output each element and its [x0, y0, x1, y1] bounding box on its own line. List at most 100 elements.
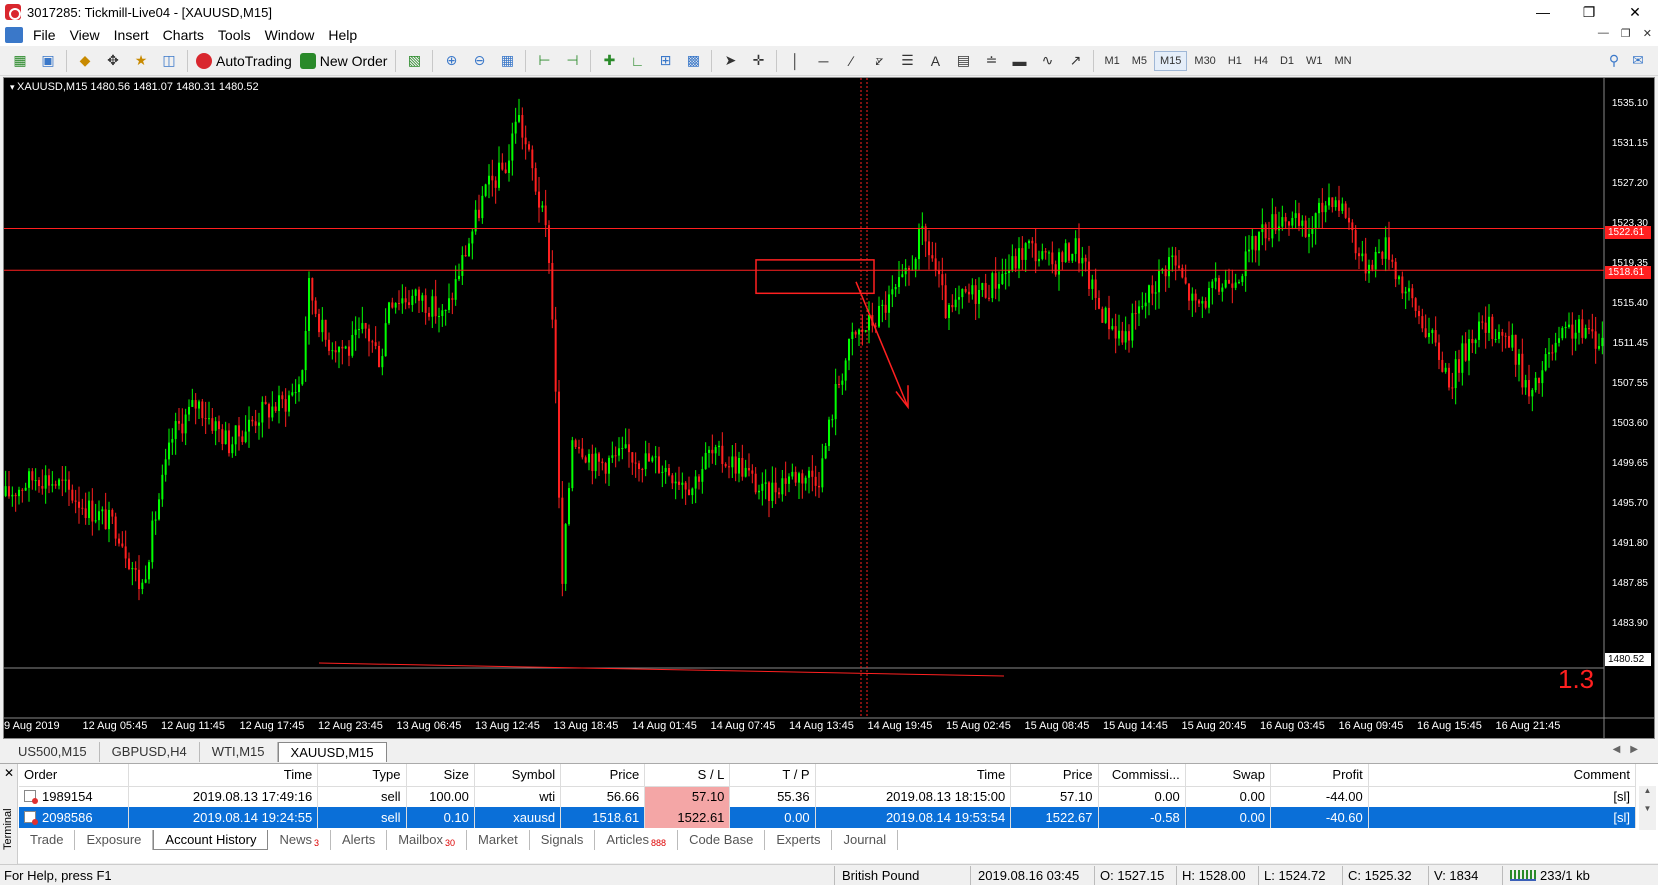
- column-header[interactable]: Price: [1010, 764, 1099, 787]
- menu-tools[interactable]: Tools: [216, 27, 263, 43]
- menu-charts[interactable]: Charts: [161, 27, 216, 43]
- candle-body: [501, 162, 504, 170]
- text-icon[interactable]: A: [924, 50, 946, 72]
- column-header[interactable]: Order: [19, 764, 129, 787]
- column-header[interactable]: T / P: [729, 764, 816, 787]
- terminal-icon[interactable]: ◫: [158, 50, 180, 72]
- table-row[interactable]: 1989154 2019.08.13 17:49:16 sell 100.00 wti 5…: [19, 786, 1637, 807]
- table-scrollbar[interactable]: ▲ ▼: [1639, 786, 1656, 830]
- cursor-icon[interactable]: ➤: [719, 50, 741, 72]
- candle-body: [268, 404, 270, 418]
- chart-tab-wti[interactable]: WTI,M15: [200, 742, 278, 762]
- column-header[interactable]: Comment: [1368, 764, 1637, 787]
- chat-icon[interactable]: ✉: [1627, 50, 1649, 72]
- column-header[interactable]: Time: [128, 764, 319, 787]
- chart-tab-gbpusd[interactable]: GBPUSD,H4: [100, 742, 200, 762]
- templates-icon[interactable]: ⊞: [654, 50, 676, 72]
- child-minimize-icon[interactable]: —: [1598, 27, 1609, 40]
- equidistant-channel-icon[interactable]: ⦫: [868, 50, 890, 72]
- horizontal-line-icon[interactable]: ─: [812, 50, 834, 72]
- rectangle-icon[interactable]: ▬: [1008, 50, 1030, 72]
- timeframe-h1[interactable]: H1: [1223, 52, 1247, 70]
- new-chart-icon[interactable]: ▦: [9, 50, 31, 72]
- column-header[interactable]: Swap: [1185, 764, 1271, 787]
- column-header[interactable]: Price: [560, 764, 646, 787]
- tab-scroll-arrows[interactable]: ◀▶: [1613, 744, 1648, 755]
- crosshair-icon[interactable]: ✛: [747, 50, 769, 72]
- timeframe-h4[interactable]: H4: [1249, 52, 1273, 70]
- timeframe-mn[interactable]: MN: [1330, 52, 1357, 70]
- close-terminal-icon[interactable]: ✕: [4, 766, 14, 780]
- candlesticks-icon[interactable]: ▧: [403, 50, 425, 72]
- candle-body: [1034, 243, 1037, 262]
- column-header[interactable]: Commissi...: [1098, 764, 1186, 787]
- close-window-button[interactable]: ✕: [1612, 0, 1658, 24]
- vertical-line-icon[interactable]: │: [784, 50, 806, 72]
- market-watch-icon[interactable]: ◆: [74, 50, 96, 72]
- navigator-icon[interactable]: ✥: [102, 50, 124, 72]
- timeframe-m5[interactable]: M5: [1127, 52, 1152, 70]
- template-menu-icon[interactable]: ▩: [682, 50, 704, 72]
- text-label-icon[interactable]: ▤: [952, 50, 974, 72]
- chart-tab-us500[interactable]: US500,M15: [6, 742, 100, 762]
- menu-window[interactable]: Window: [263, 27, 327, 43]
- search-icon[interactable]: ⚲: [1603, 50, 1625, 72]
- zoom-in-icon[interactable]: ⊕: [440, 50, 462, 72]
- chart-tab-xauusd[interactable]: XAUUSD,M15: [277, 742, 387, 762]
- zoom-out-icon[interactable]: ⊖: [468, 50, 490, 72]
- data-window-icon[interactable]: ★: [130, 50, 152, 72]
- timeframe-w1[interactable]: W1: [1301, 52, 1328, 70]
- periods-icon[interactable]: ∟: [626, 50, 648, 72]
- child-restore-icon[interactable]: ❐: [1621, 27, 1631, 40]
- restore-button[interactable]: ❐: [1566, 0, 1612, 24]
- menu-insert[interactable]: Insert: [112, 27, 161, 43]
- column-header[interactable]: Size: [406, 764, 475, 787]
- terminal-tab-signals[interactable]: Signals: [530, 830, 596, 850]
- chart-shift-icon[interactable]: ⊢: [533, 50, 555, 72]
- candle-body: [1008, 270, 1010, 273]
- menu-view[interactable]: View: [68, 27, 112, 43]
- terminal-tab-alerts[interactable]: Alerts: [331, 830, 388, 850]
- indicators-icon[interactable]: ✚: [598, 50, 620, 72]
- price-chart[interactable]: XAUUSD,M15 1480.56 1481.07 1480.31 1480.…: [3, 77, 1655, 739]
- terminal-tab-mailbox[interactable]: Mailbox 30: [387, 830, 468, 850]
- terminal-tab-experts[interactable]: Experts: [765, 830, 833, 850]
- trendline-icon[interactable]: ∕: [840, 50, 862, 72]
- column-header[interactable]: Symbol: [474, 764, 562, 787]
- column-header[interactable]: S / L: [644, 764, 731, 787]
- terminal-tab-code-base[interactable]: Code Base: [678, 830, 766, 850]
- terminal-tab-news[interactable]: News 3: [268, 830, 331, 850]
- terminal-tab-exposure[interactable]: Exposure: [75, 830, 154, 850]
- elliott-wave-icon[interactable]: ∿: [1036, 50, 1058, 72]
- autotrading-button[interactable]: AutoTrading: [192, 49, 296, 73]
- child-close-icon[interactable]: ✕: [1643, 27, 1652, 40]
- terminal-tab-articles[interactable]: Articles 888: [595, 830, 679, 850]
- column-header[interactable]: Profit: [1270, 764, 1369, 787]
- fibo-fan-icon[interactable]: ≐: [980, 50, 1002, 72]
- status-profile[interactable]: British Pound: [842, 868, 919, 883]
- column-header[interactable]: Time: [815, 764, 1012, 787]
- profiles-icon[interactable]: ▣: [37, 50, 59, 72]
- menu-help[interactable]: Help: [326, 27, 369, 43]
- timeframe-d1[interactable]: D1: [1275, 52, 1299, 70]
- new-order-button[interactable]: New Order: [296, 49, 392, 73]
- terminal-tab-market[interactable]: Market: [467, 830, 530, 850]
- terminal-tab-journal[interactable]: Journal: [832, 830, 899, 850]
- tile-windows-icon[interactable]: ▦: [496, 50, 518, 72]
- auto-scroll-icon[interactable]: ⊣: [561, 50, 583, 72]
- menu-file[interactable]: File: [31, 27, 68, 43]
- highlight-rectangle[interactable]: [755, 259, 875, 295]
- fibonacci-icon[interactable]: ☰: [896, 50, 918, 72]
- terminal-tab-trade[interactable]: Trade: [19, 830, 76, 850]
- minimize-button[interactable]: —: [1520, 0, 1566, 24]
- table-row[interactable]: 2098586 2019.08.14 19:24:55 sell 0.10 xauusd…: [19, 807, 1637, 828]
- timeframe-m1[interactable]: M1: [1099, 52, 1124, 70]
- arrows-icon[interactable]: ↗: [1064, 50, 1086, 72]
- terminal-tab-account-history[interactable]: Account History: [153, 830, 269, 850]
- chart-canvas[interactable]: [4, 78, 1655, 739]
- timeframe-m30[interactable]: M30: [1189, 52, 1220, 70]
- column-header[interactable]: Type: [317, 764, 407, 787]
- timeframe-m15[interactable]: M15: [1154, 50, 1188, 71]
- price-axis-label: 1503.60: [1611, 418, 1648, 429]
- candle-body: [741, 457, 744, 477]
